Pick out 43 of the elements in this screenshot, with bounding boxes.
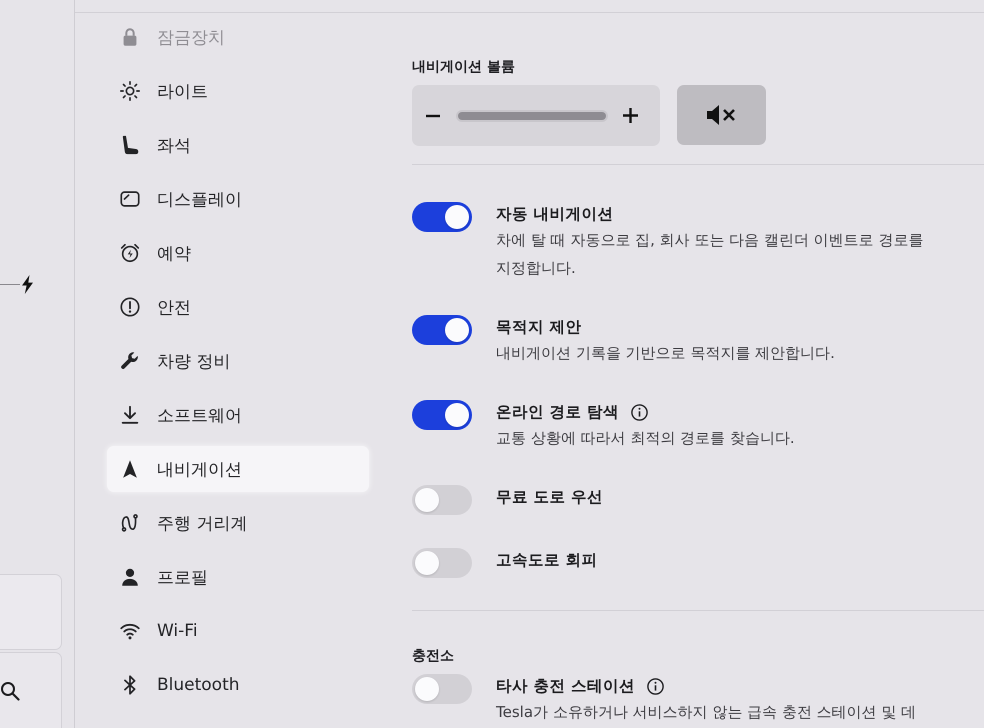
sidebar-item[interactable]: 내비게이션 <box>107 446 369 492</box>
search-button[interactable] <box>0 652 62 728</box>
setting-title: 타사 충전 스테이션 <box>496 676 635 697</box>
setting-description: 내비게이션 기록을 기반으로 목적지를 제안합니다. <box>496 343 836 364</box>
alert-circle-icon <box>119 296 141 318</box>
info-icon[interactable] <box>646 678 664 694</box>
sidebar-item[interactable]: 차량 정비 <box>107 338 369 384</box>
plus-icon[interactable] <box>622 107 639 124</box>
volume-label: 내비게이션 볼륨 <box>412 58 515 76</box>
toggle-switch[interactable] <box>412 315 472 345</box>
mute-button[interactable] <box>677 85 766 145</box>
search-icon <box>0 680 20 700</box>
sidebar-item[interactable]: 소프트웨어 <box>107 392 369 438</box>
setting-title: 목적지 제안 <box>496 317 582 338</box>
setting-title: 온라인 경로 탐색 <box>496 402 619 423</box>
lightning-bolt-icon <box>22 275 33 294</box>
section-heading: 충전소 <box>412 647 454 665</box>
sidebar-item[interactable]: Bluetooth <box>107 662 369 708</box>
setting-description: 교통 상황에 따라서 최적의 경로를 찾습니다. <box>496 428 796 449</box>
wrench-icon <box>119 350 141 372</box>
sidebar-item[interactable]: 디스플레이 <box>107 176 369 222</box>
toggle-switch[interactable] <box>412 202 472 232</box>
sidebar-item[interactable]: 프로필 <box>107 554 369 600</box>
toggle-switch[interactable] <box>412 674 472 704</box>
toggle-switch[interactable] <box>412 485 472 515</box>
setting-title: 무료 도로 우선 <box>496 487 603 508</box>
setting-description: Tesla가 소유하거나 서비스하지 않는 급속 충전 스테이션 및 데 <box>496 702 918 723</box>
info-icon[interactable] <box>630 404 648 420</box>
download-icon <box>119 404 141 426</box>
sidebar-item[interactable]: Wi-Fi <box>107 608 369 654</box>
alarm-clock-icon <box>119 242 141 264</box>
setting-description: 차에 탈 때 자동으로 집, 회사 또는 다음 캘린더 이벤트로 경로를 지정합니다. <box>496 230 924 279</box>
sun-icon <box>119 80 141 102</box>
toggle-switch[interactable] <box>412 548 472 578</box>
sidebar-item[interactable]: 예약 <box>107 230 369 276</box>
sidebar-item[interactable]: 라이트 <box>107 68 369 114</box>
sidebar-item[interactable]: 안전 <box>107 284 369 330</box>
sidebar-item[interactable]: 주행 거리계 <box>107 500 369 546</box>
setting-title: 자동 내비게이션 <box>496 204 614 225</box>
route-icon <box>119 512 141 534</box>
setting-title: 고속도로 회피 <box>496 550 598 571</box>
toggle-switch[interactable] <box>412 400 472 430</box>
sidebar-item[interactable]: 좌석 <box>107 122 369 168</box>
